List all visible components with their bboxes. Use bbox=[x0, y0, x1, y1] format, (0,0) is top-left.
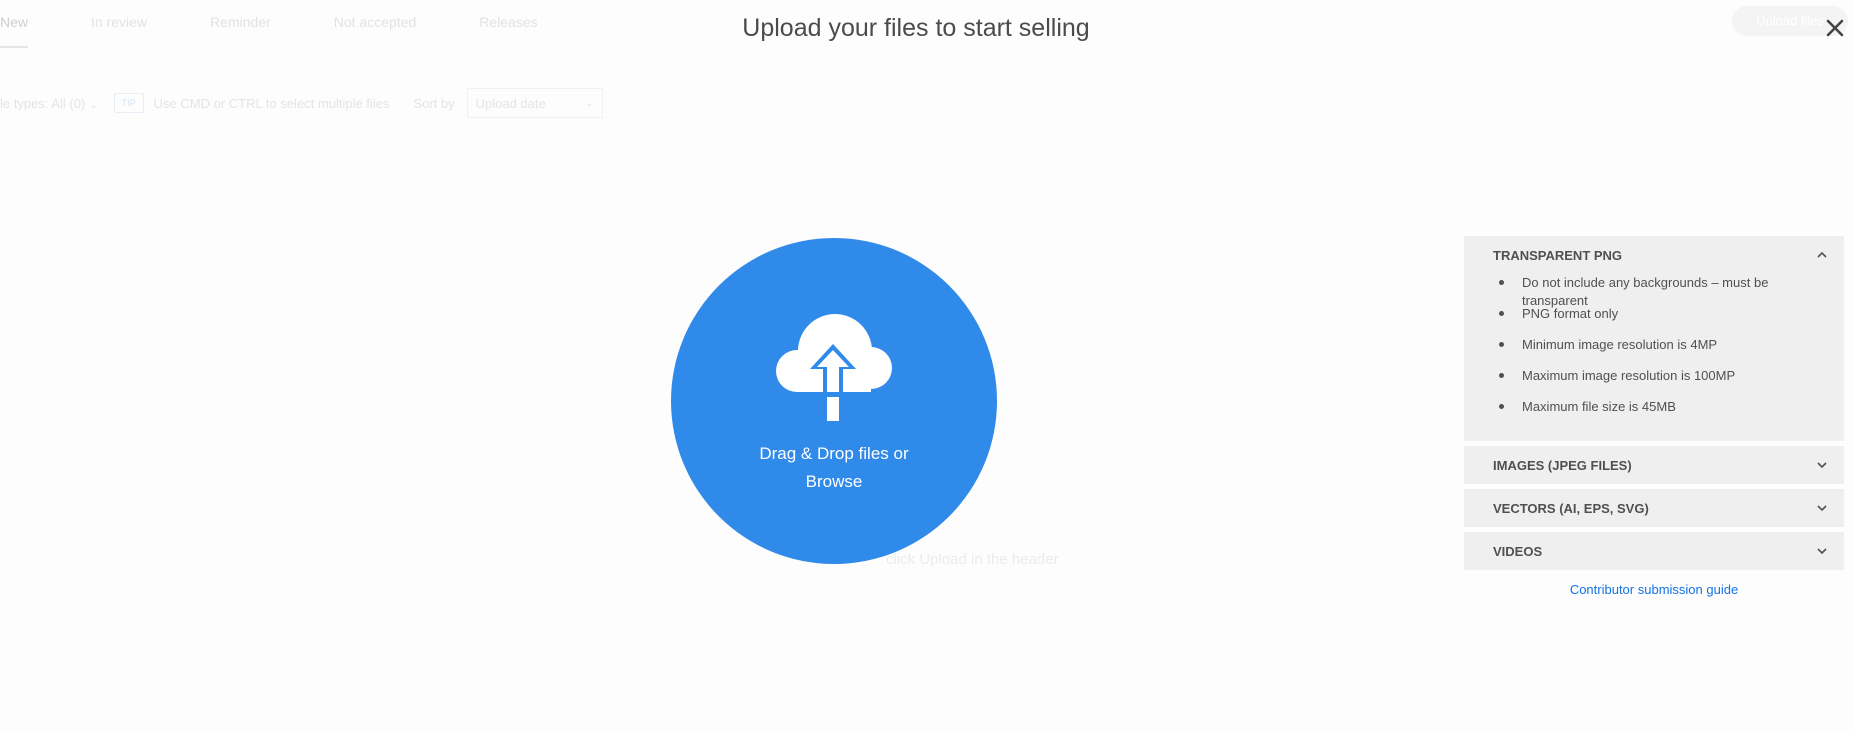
browse-link[interactable]: Browse bbox=[671, 468, 997, 496]
section-header-videos[interactable]: VIDEOS bbox=[1464, 532, 1844, 570]
section-header-vectors[interactable]: VECTORS (AI, EPS, SVG) bbox=[1464, 489, 1844, 527]
close-button[interactable] bbox=[1822, 14, 1848, 44]
chevron-up-icon bbox=[1817, 251, 1827, 258]
background-hint-text: click Upload in the header bbox=[886, 551, 1059, 568]
list-item: Minimum image resolution is 4MP bbox=[1499, 336, 1828, 367]
file-types-filter: le types: All (0) ⌄ bbox=[0, 96, 98, 111]
sort-select: Upload date ⌄ bbox=[466, 88, 603, 118]
sort-by-label: Sort by bbox=[413, 95, 455, 111]
section-title: IMAGES (JPEG FILES) bbox=[1493, 457, 1632, 473]
requirements-accordion: TRANSPARENT PNG Do not include any backg… bbox=[1464, 236, 1844, 597]
list-item: Maximum image resolution is 100MP bbox=[1499, 367, 1828, 398]
tip-text: Use CMD or CTRL to select multiple files bbox=[153, 95, 390, 111]
chevron-down-icon bbox=[1817, 462, 1827, 469]
file-types-label: le types: All (0) bbox=[0, 95, 86, 111]
list-item: Maximum file size is 45MB bbox=[1499, 398, 1828, 429]
chevron-down-icon: ⌄ bbox=[585, 97, 594, 109]
contributor-guide-link[interactable]: Contributor submission guide bbox=[1464, 582, 1844, 597]
section-images-jpeg: IMAGES (JPEG FILES) bbox=[1464, 446, 1844, 484]
section-transparent-png: TRANSPARENT PNG Do not include any backg… bbox=[1464, 236, 1844, 441]
requirements-list: Do not include any backgrounds – must be… bbox=[1493, 274, 1828, 429]
section-header-images-jpeg[interactable]: IMAGES (JPEG FILES) bbox=[1464, 446, 1844, 484]
background-filter-row: le types: All (0) ⌄ TIP Use CMD or CTRL t… bbox=[0, 88, 603, 118]
upload-modal-page: New In review Reminder Not accepted Rele… bbox=[0, 0, 1854, 730]
sort-select-value: Upload date bbox=[475, 95, 546, 111]
chevron-down-icon bbox=[1817, 548, 1827, 555]
cloud-upload-icon bbox=[776, 314, 892, 421]
close-icon bbox=[1826, 19, 1844, 36]
section-title: TRANSPARENT PNG bbox=[1493, 247, 1623, 263]
tip-badge: TIP bbox=[113, 93, 144, 113]
list-item: PNG format only bbox=[1499, 305, 1828, 336]
section-title: VIDEOS bbox=[1493, 543, 1543, 559]
chevron-down-icon bbox=[1817, 505, 1827, 512]
drop-zone-text: Drag & Drop files or bbox=[759, 444, 909, 463]
modal-title: Upload your files to start selling bbox=[742, 14, 1090, 42]
section-title: VECTORS (AI, EPS, SVG) bbox=[1493, 500, 1649, 516]
section-videos: VIDEOS bbox=[1464, 532, 1844, 570]
drop-zone-button[interactable]: Drag & Drop files or Browse bbox=[671, 238, 997, 564]
list-item: Do not include any backgrounds – must be… bbox=[1499, 274, 1828, 308]
chevron-down-icon: ⌄ bbox=[89, 99, 98, 111]
drop-zone-label: Drag & Drop files or Browse bbox=[671, 440, 997, 496]
section-header-transparent-png[interactable]: TRANSPARENT PNG bbox=[1464, 236, 1844, 274]
section-vectors: VECTORS (AI, EPS, SVG) bbox=[1464, 489, 1844, 527]
section-body-transparent-png: Do not include any backgrounds – must be… bbox=[1464, 274, 1844, 441]
